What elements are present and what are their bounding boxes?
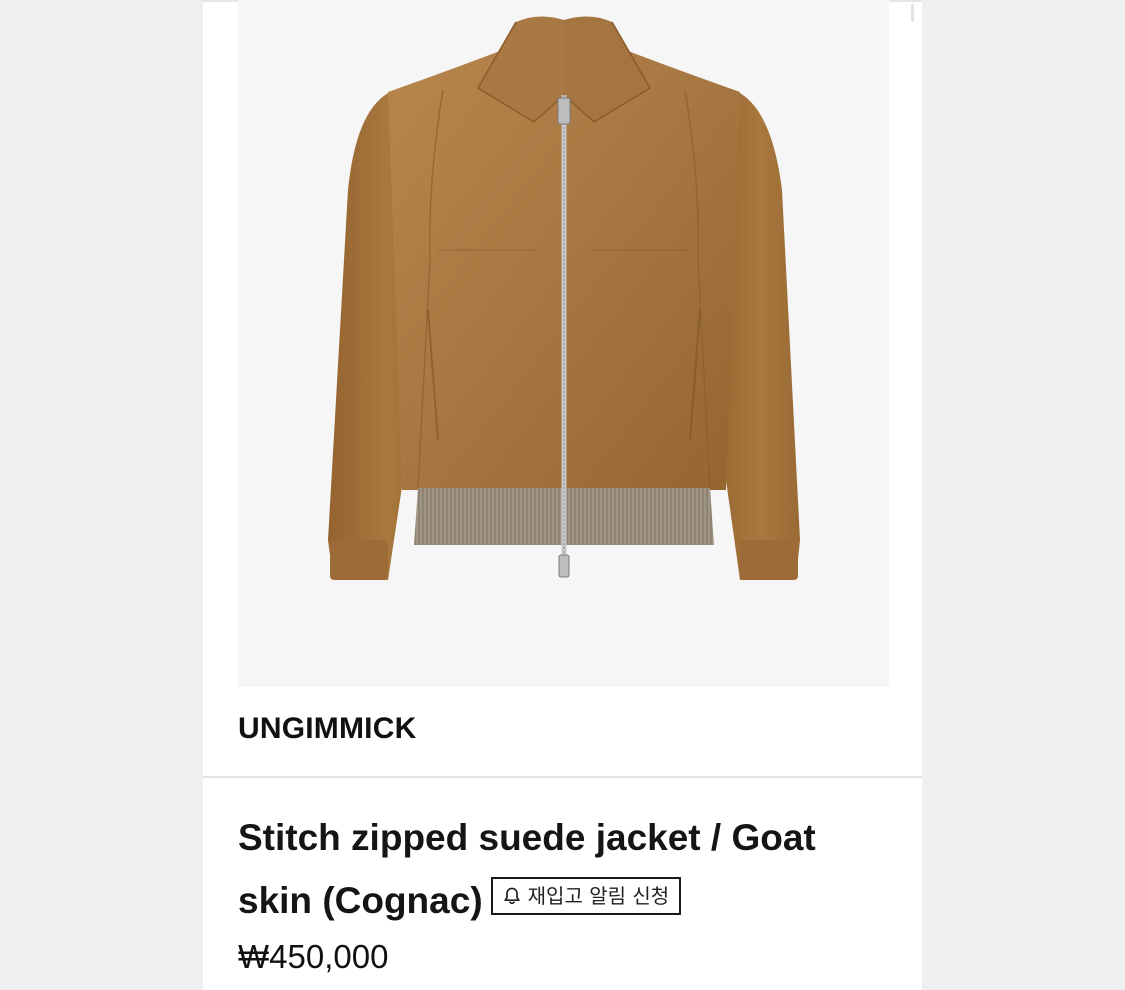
restock-alert-label: 재입고 알림 신청 <box>527 884 670 908</box>
brand-name[interactable]: UNGIMMICK <box>238 712 416 746</box>
product-title-block: Stitch zipped suede jacket / Goat skin (… <box>238 806 888 932</box>
product-price: ₩450,000 <box>238 938 389 975</box>
page: UNGIMMICK Stitch zipped suede jacket / G… <box>0 0 1125 990</box>
scrollbar-thumb[interactable] <box>911 4 914 22</box>
restock-alert-button[interactable]: 재입고 알림 신청 <box>490 877 682 915</box>
product-card: UNGIMMICK Stitch zipped suede jacket / G… <box>203 0 922 990</box>
bell-icon <box>503 886 521 906</box>
product-image[interactable] <box>238 0 889 687</box>
jacket-illustration <box>328 16 800 580</box>
section-divider <box>203 776 922 778</box>
